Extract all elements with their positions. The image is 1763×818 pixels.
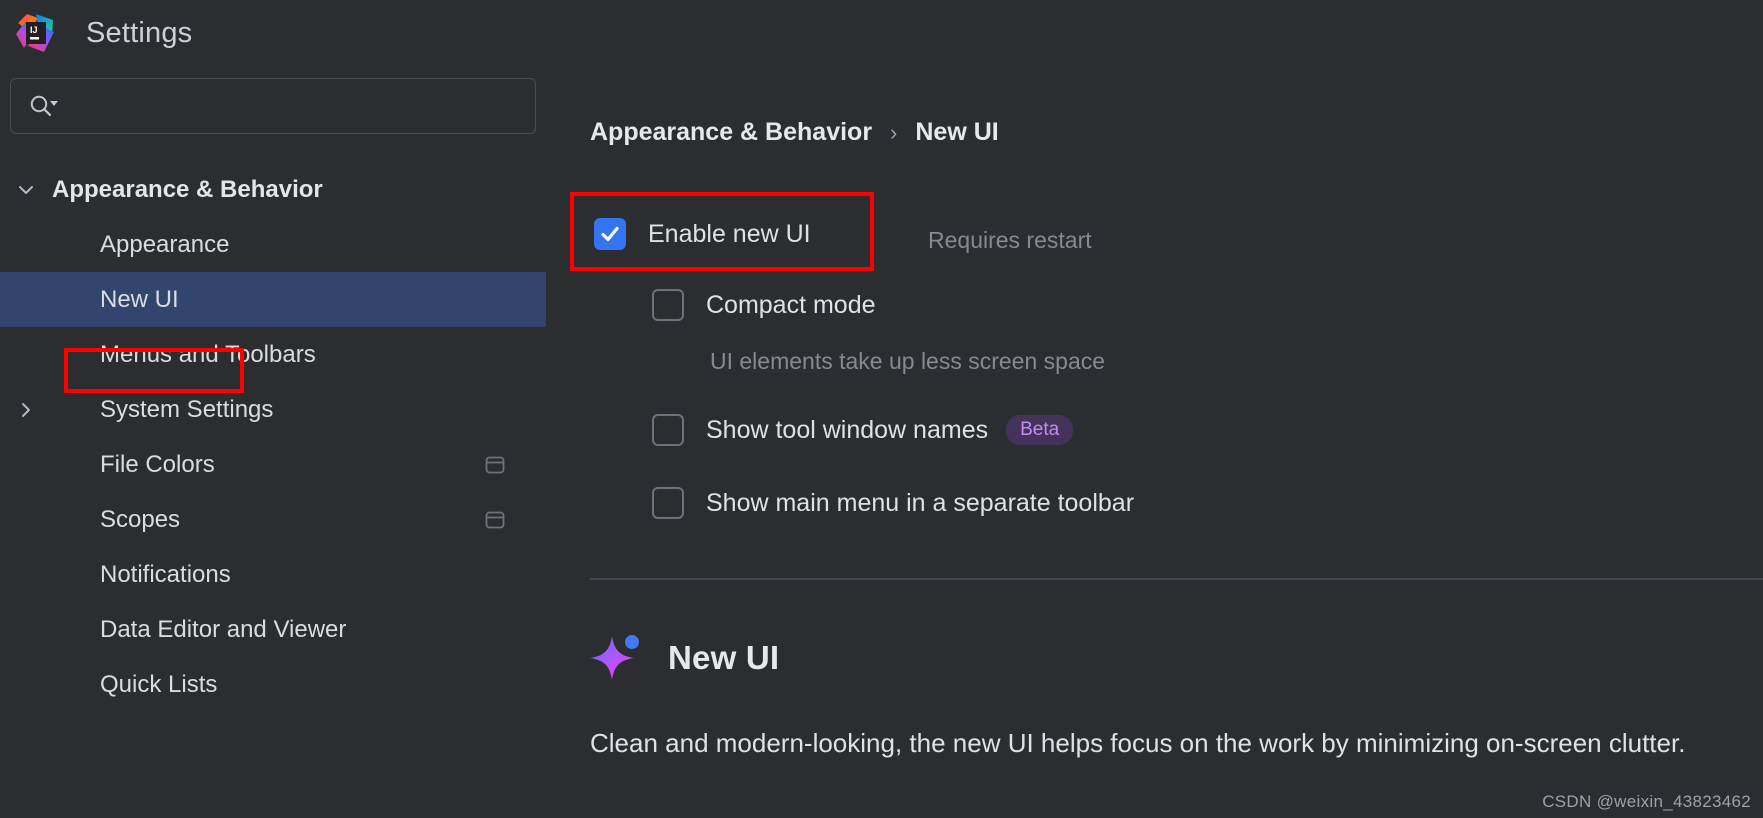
breadcrumb-current: New UI bbox=[915, 118, 999, 146]
sidebar-item-label: Appearance & Behavior bbox=[52, 175, 323, 203]
search-input[interactable] bbox=[69, 94, 517, 118]
chevron-down-icon[interactable] bbox=[0, 179, 52, 201]
breadcrumb-separator-icon: › bbox=[890, 119, 898, 145]
sidebar-item-label: New UI bbox=[100, 285, 179, 313]
sidebar-item-label: Notifications bbox=[100, 560, 231, 588]
window-titlebar: IJ Settings bbox=[0, 0, 1763, 66]
sidebar-item-notifications[interactable]: Notifications bbox=[0, 547, 546, 602]
show-main-menu-checkbox[interactable] bbox=[652, 487, 684, 519]
svg-text:IJ: IJ bbox=[30, 25, 38, 35]
sidebar-item-label: Appearance bbox=[100, 230, 230, 258]
window-title: Settings bbox=[86, 16, 193, 49]
sidebar-item-label: Data Editor and Viewer bbox=[100, 615, 347, 643]
sidebar-item-appearance-and-behavior[interactable]: Appearance & Behavior bbox=[0, 162, 546, 217]
option-show-main-menu[interactable]: Show main menu in a separate toolbar bbox=[652, 487, 1134, 519]
new-ui-section-title: New UI bbox=[668, 639, 780, 676]
intellij-idea-logo-icon: IJ bbox=[14, 12, 56, 54]
sidebar-item-system-settings[interactable]: System Settings bbox=[0, 382, 546, 437]
settings-sidebar: Appearance & Behavior Appearance New UI … bbox=[0, 66, 546, 818]
requires-restart-note: Requires restart bbox=[928, 227, 1092, 253]
sidebar-item-file-colors[interactable]: File Colors bbox=[0, 437, 546, 492]
project-scope-icon bbox=[484, 455, 506, 475]
enable-new-ui-checkbox[interactable] bbox=[594, 218, 626, 250]
sidebar-item-new-ui[interactable]: New UI bbox=[0, 272, 546, 327]
compact-mode-label: Compact mode bbox=[706, 290, 876, 319]
sidebar-item-quick-lists[interactable]: Quick Lists bbox=[0, 657, 546, 712]
show-main-menu-label: Show main menu in a separate toolbar bbox=[706, 488, 1135, 517]
breadcrumb: Appearance & Behavior › New UI bbox=[590, 118, 999, 147]
sidebar-item-menus-and-toolbars[interactable]: Menus and Toolbars bbox=[0, 327, 546, 382]
show-tool-window-names-label: Show tool window names bbox=[706, 415, 989, 444]
option-show-tool-window-names[interactable]: Show tool window names Beta bbox=[652, 414, 1074, 446]
sidebar-item-label: File Colors bbox=[100, 450, 215, 478]
sparkle-icon bbox=[590, 630, 646, 686]
sidebar-item-label: System Settings bbox=[100, 395, 274, 423]
show-tool-window-names-checkbox[interactable] bbox=[652, 414, 684, 446]
chevron-right-icon[interactable] bbox=[0, 399, 52, 421]
project-scope-icon bbox=[484, 510, 506, 530]
new-ui-section-header: New UI bbox=[590, 630, 779, 686]
section-divider bbox=[590, 578, 1763, 580]
compact-mode-hint: UI elements take up less screen space bbox=[710, 348, 1106, 374]
sidebar-item-data-editor-and-viewer[interactable]: Data Editor and Viewer bbox=[0, 602, 546, 657]
sidebar-item-label: Quick Lists bbox=[100, 670, 218, 698]
sidebar-item-label: Scopes bbox=[100, 505, 181, 533]
compact-mode-checkbox[interactable] bbox=[652, 289, 684, 321]
sidebar-item-appearance[interactable]: Appearance bbox=[0, 217, 546, 272]
sidebar-item-label: Menus and Toolbars bbox=[100, 340, 316, 368]
option-compact-mode[interactable]: Compact mode bbox=[652, 289, 876, 321]
settings-tree: Appearance & Behavior Appearance New UI … bbox=[0, 162, 546, 712]
search-icon bbox=[29, 90, 69, 122]
option-enable-new-ui[interactable]: Enable new UI bbox=[594, 218, 811, 250]
watermark: CSDN @weixin_43823462 bbox=[1542, 792, 1751, 811]
enable-new-ui-label: Enable new UI bbox=[648, 219, 811, 248]
beta-badge: Beta bbox=[1006, 415, 1074, 445]
search-box[interactable] bbox=[10, 78, 536, 134]
breadcrumb-parent[interactable]: Appearance & Behavior bbox=[590, 118, 872, 147]
new-ui-section-description: Clean and modern-looking, the new UI hel… bbox=[590, 728, 1686, 758]
sidebar-item-scopes[interactable]: Scopes bbox=[0, 492, 546, 547]
